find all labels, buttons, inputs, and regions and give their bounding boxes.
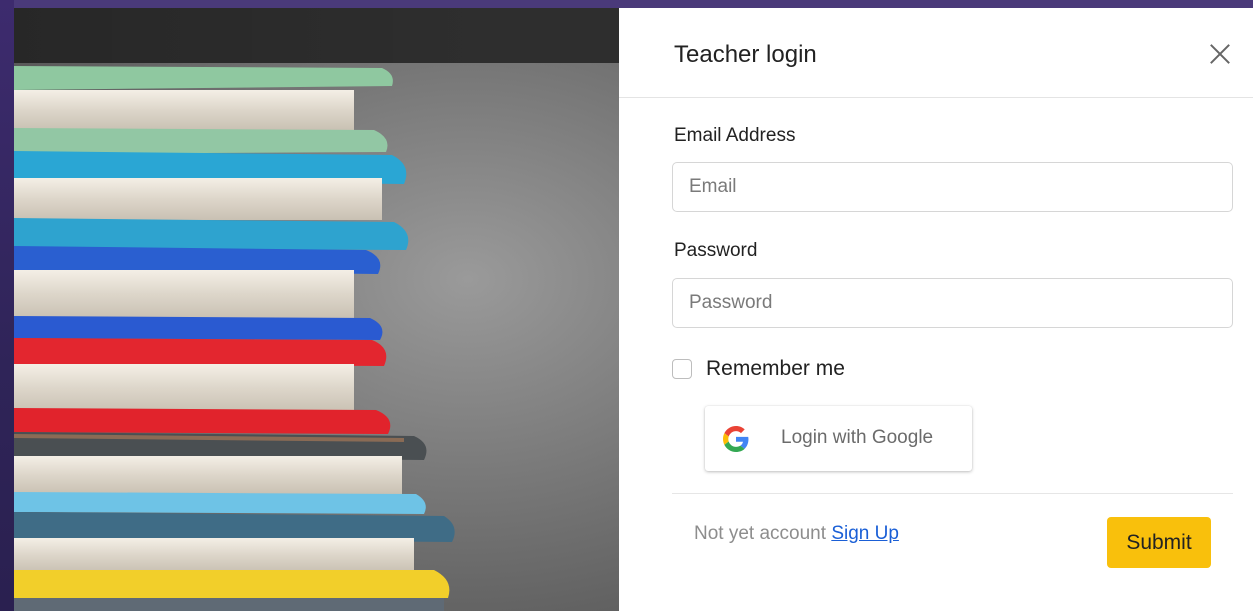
google-logo-icon <box>723 426 749 452</box>
footer-divider <box>672 493 1233 494</box>
books-stack-image <box>14 8 619 611</box>
modal-title: Teacher login <box>674 41 817 68</box>
google-login-button[interactable]: Login with Google <box>705 406 972 471</box>
login-panel: Teacher login Email Address Password Rem… <box>619 8 1253 611</box>
backdrop-top <box>0 0 1253 8</box>
email-label: Email Address <box>674 125 796 146</box>
close-icon[interactable] <box>1205 39 1235 69</box>
login-modal: Teacher login Email Address Password Rem… <box>14 8 1253 611</box>
password-label: Password <box>674 240 758 261</box>
password-field[interactable] <box>672 278 1233 328</box>
remember-checkbox[interactable] <box>672 359 692 379</box>
google-login-label: Login with Google <box>781 427 934 448</box>
signup-prompt-text: Not yet account <box>694 523 827 544</box>
modal-header: Teacher login <box>619 8 1253 98</box>
remember-label[interactable]: Remember me <box>706 357 845 381</box>
signup-prompt: Not yet account Sign Up <box>694 523 899 545</box>
signup-link[interactable]: Sign Up <box>831 523 899 544</box>
submit-button[interactable]: Submit <box>1107 517 1211 568</box>
email-field[interactable] <box>672 162 1233 212</box>
backdrop-overlay <box>0 0 14 611</box>
